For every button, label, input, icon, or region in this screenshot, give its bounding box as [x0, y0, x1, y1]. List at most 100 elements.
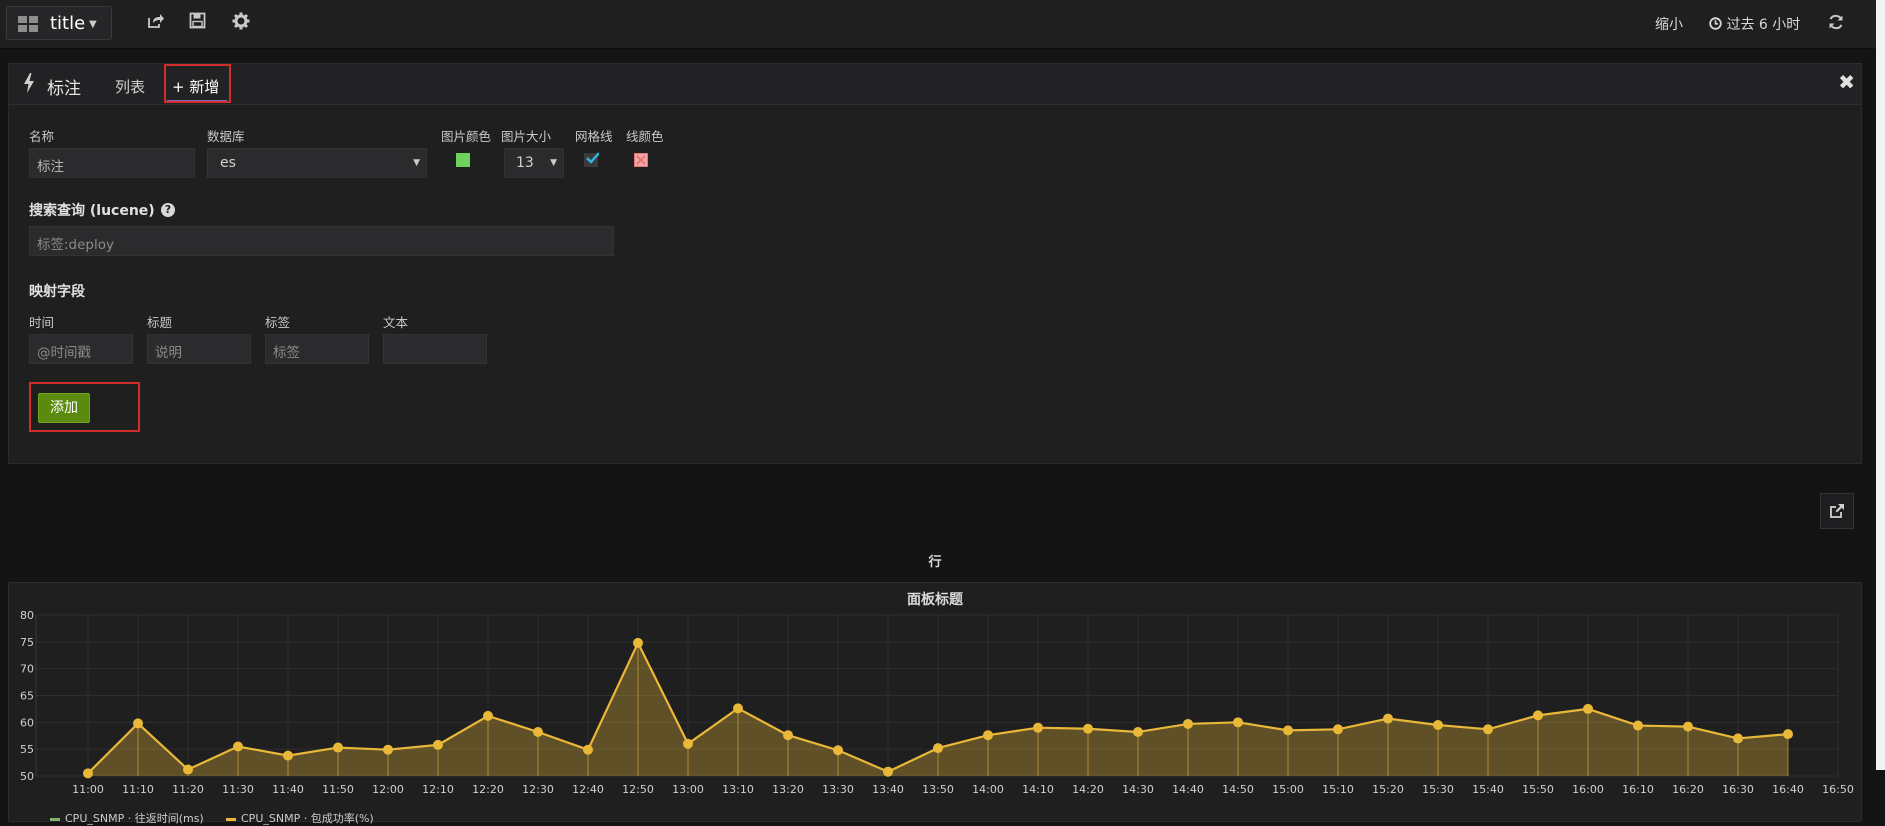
- dashboard-grid-icon: [18, 16, 38, 32]
- x-tick-label: 15:10: [1322, 783, 1354, 796]
- grid-line-label: 网格线: [575, 129, 613, 144]
- data-point: [1133, 726, 1143, 737]
- data-point: [1483, 724, 1493, 735]
- tab-list[interactable]: 列表: [115, 76, 145, 97]
- tab-new[interactable]: + 新增: [172, 76, 219, 97]
- help-question-icon[interactable]: ?: [161, 203, 175, 217]
- data-point: [1733, 733, 1743, 744]
- data-point: [1333, 724, 1343, 735]
- x-tick-label: 16:30: [1722, 783, 1754, 796]
- data-point: [233, 741, 243, 752]
- editor-header: 标注 列表 + 新增 ✖: [9, 64, 1861, 105]
- bolt-icon: [24, 73, 34, 93]
- x-tick-label: 11:00: [72, 783, 104, 796]
- y-tick-label: 50: [20, 770, 34, 783]
- y-tick-label: 80: [20, 609, 34, 622]
- x-tick-label: 16:50: [1822, 783, 1854, 796]
- title-field-input[interactable]: 说明: [147, 334, 251, 364]
- x-tick-label: 14:00: [972, 783, 1004, 796]
- area-chart: 50 55 60 65 70 75 80 11:00 11:10 11:20 11:30 11:40 1…: [20, 609, 1854, 796]
- data-point: [1683, 721, 1693, 732]
- x-tick-label: 12:30: [522, 783, 554, 796]
- x-tick-label: 11:10: [122, 783, 154, 796]
- clock-icon: [1709, 17, 1722, 30]
- zoom-out-button[interactable]: 缩小: [1655, 14, 1683, 34]
- data-point: [1433, 720, 1443, 731]
- x-tick-label: 13:10: [722, 783, 754, 796]
- icon-color-label: 图片颜色: [441, 129, 492, 144]
- scrollbar-edge[interactable]: [1876, 0, 1885, 770]
- tags-field-label: 标签: [265, 315, 291, 330]
- x-tick-label: 15:30: [1422, 783, 1454, 796]
- annotations-editor-panel: 标注 列表 + 新增 ✖ 名称 标注 数据库 es ▼ 图片颜色 图片大小 13…: [8, 63, 1862, 464]
- data-point: [183, 764, 193, 775]
- data-point: [83, 768, 93, 779]
- x-tick-label: 11:50: [322, 783, 354, 796]
- tags-field-input[interactable]: 标签: [265, 334, 369, 364]
- x-tick-label: 13:20: [772, 783, 804, 796]
- data-point: [1283, 725, 1293, 736]
- x-tick-label: 11:40: [272, 783, 304, 796]
- legend-item-success-rate[interactable]: CPU_SNMP · 包成功率(%): [226, 810, 374, 826]
- query-input[interactable]: 标签:deploy: [29, 226, 614, 256]
- text-field-input[interactable]: [383, 334, 487, 364]
- name-input[interactable]: 标注: [29, 148, 195, 178]
- data-point: [1633, 720, 1643, 731]
- row-title: 行: [928, 555, 942, 570]
- legend-item-rtt[interactable]: CPU_SNMP · 往返时间(ms): [50, 810, 204, 826]
- refresh-icon[interactable]: [1828, 14, 1848, 34]
- close-icon[interactable]: ✖: [1838, 70, 1855, 94]
- data-point: [383, 744, 393, 755]
- data-point: [533, 726, 543, 737]
- data-point: [333, 742, 343, 753]
- chevron-down-icon: ▼: [89, 19, 97, 30]
- data-point: [1033, 722, 1043, 733]
- y-tick-label: 60: [20, 716, 34, 729]
- x-tick-label: 13:50: [922, 783, 954, 796]
- dashboard-title: title: [50, 13, 86, 34]
- line-color-swatch[interactable]: [634, 153, 648, 167]
- time-range-label: 过去 6 小时: [1726, 17, 1801, 33]
- icon-size-label: 图片大小: [501, 129, 552, 144]
- x-tick-label: 15:50: [1522, 783, 1554, 796]
- add-annotation-button[interactable]: 添加: [38, 393, 90, 423]
- datasource-select[interactable]: es ▼: [207, 148, 427, 178]
- data-point: [1583, 703, 1593, 714]
- data-point: [933, 743, 943, 754]
- legend-label: CPU_SNMP · 往返时间(ms): [65, 812, 204, 825]
- x-tick-label: 12:40: [572, 783, 604, 796]
- x-tick-label: 12:00: [372, 783, 404, 796]
- settings-gear-icon[interactable]: [232, 12, 252, 32]
- top-navbar: title ▼ 缩小 过去 6 小时: [0, 0, 1885, 49]
- check-icon: [586, 152, 599, 164]
- x-tick-label: 12:10: [422, 783, 454, 796]
- data-point: [1383, 713, 1393, 724]
- cross-icon: [636, 155, 646, 165]
- data-point: [483, 710, 493, 721]
- data-point: [783, 730, 793, 741]
- icon-size-value: 13: [516, 155, 534, 171]
- data-point: [433, 739, 443, 750]
- dashboard-picker-button[interactable]: title ▼: [6, 6, 112, 40]
- x-tick-label: 16:10: [1622, 783, 1654, 796]
- icon-color-swatch[interactable]: [456, 153, 470, 167]
- data-point: [583, 744, 593, 755]
- panel-share-button[interactable]: [1820, 493, 1854, 529]
- x-tick-label: 16:00: [1572, 783, 1604, 796]
- share-icon[interactable]: [146, 12, 166, 32]
- data-point: [1083, 723, 1093, 734]
- time-range-picker[interactable]: 过去 6 小时: [1709, 14, 1800, 34]
- x-tick-label: 16:20: [1672, 783, 1704, 796]
- editor-title: 标注: [47, 79, 81, 99]
- y-tick-label: 75: [20, 636, 34, 649]
- icon-size-select[interactable]: 13 ▼: [504, 148, 564, 178]
- save-icon[interactable]: [189, 12, 209, 32]
- time-field-input[interactable]: @时间戳: [29, 334, 133, 364]
- title-field-label: 标题: [147, 315, 173, 330]
- x-tick-label: 13:40: [872, 783, 904, 796]
- grid-line-checkbox[interactable]: [584, 152, 599, 167]
- name-label: 名称: [29, 129, 55, 144]
- caret-down-icon: ▼: [413, 158, 420, 168]
- datasource-label: 数据库: [207, 129, 245, 144]
- mapping-title: 映射字段: [29, 284, 85, 300]
